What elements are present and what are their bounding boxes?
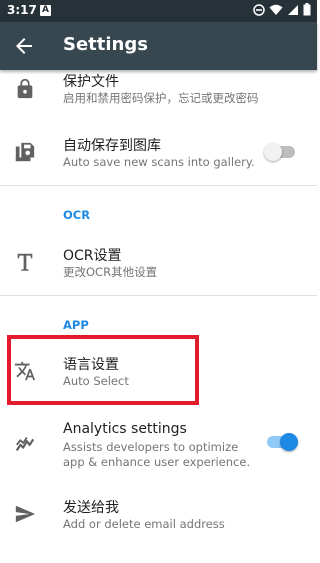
pref-summary-line2: app & enhance user experience. xyxy=(63,455,251,469)
divider xyxy=(0,295,317,296)
pref-summary: 启用和禁用密码保护，忘记或更改密码 xyxy=(63,91,259,105)
switch-thumb xyxy=(264,143,282,161)
pref-summary: 更改OCR其他设置 xyxy=(63,265,158,279)
auto-save-toggle[interactable] xyxy=(264,142,298,162)
send-icon xyxy=(15,505,36,523)
switch-thumb xyxy=(280,433,298,451)
analytics-icon xyxy=(15,436,35,451)
pref-summary: Auto save new scans into gallery. xyxy=(63,155,255,169)
pref-auto-save-gallery[interactable]: 自动保存到图库 Auto save new scans into gallery… xyxy=(0,126,317,180)
pref-title: OCR设置 xyxy=(63,248,122,264)
pref-summary-line1: Assists developers to optimize xyxy=(63,440,239,454)
do-not-disturb-icon xyxy=(253,3,265,16)
pref-title: Analytics settings xyxy=(63,421,187,437)
category-app: APP xyxy=(63,318,89,332)
pref-title: 发送给我 xyxy=(63,500,119,516)
pref-send-to-me[interactable]: 发送给我 Add or delete email address xyxy=(0,488,317,542)
pref-analytics-settings[interactable]: Analytics settings Assists developers to… xyxy=(0,413,317,473)
wifi-icon xyxy=(269,4,283,15)
pref-ocr-settings[interactable]: OCR设置 更改OCR其他设置 xyxy=(0,236,317,290)
pref-summary: Add or delete email address xyxy=(63,517,225,531)
status-time: 3:17 xyxy=(7,3,37,17)
notification-icon: A xyxy=(40,5,51,16)
highlight-box xyxy=(7,335,199,405)
app-bar: Settings xyxy=(0,22,317,70)
battery-icon xyxy=(303,3,311,16)
page-title: Settings xyxy=(63,34,148,55)
pref-title: 自动保存到图库 xyxy=(63,138,161,154)
status-icons xyxy=(253,3,311,16)
text-T-icon xyxy=(17,253,33,271)
analytics-toggle[interactable] xyxy=(264,432,298,452)
signal-icon xyxy=(288,4,298,15)
lock-icon xyxy=(17,78,33,99)
divider xyxy=(0,185,317,186)
save-to-gallery-icon xyxy=(15,142,35,162)
pref-title: 保护文件 xyxy=(63,74,119,90)
category-ocr: OCR xyxy=(63,208,91,222)
status-bar: 3:17 A xyxy=(0,0,317,22)
pref-protect-files[interactable]: 保护文件 启用和禁用密码保护，忘记或更改密码 xyxy=(0,70,317,116)
back-arrow-icon[interactable] xyxy=(12,34,36,58)
